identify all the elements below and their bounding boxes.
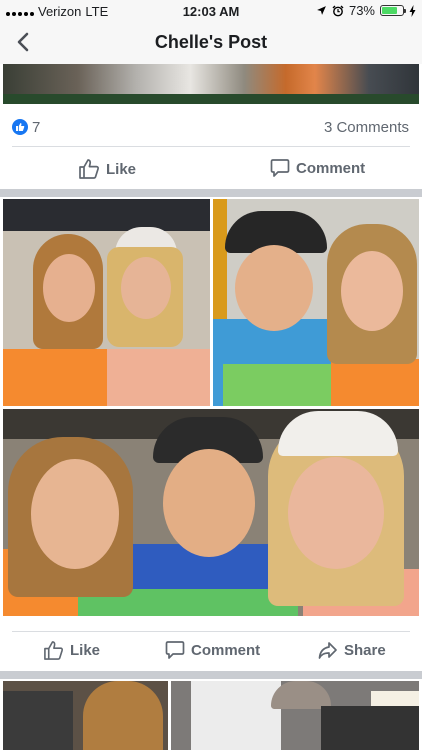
- status-bar: Verizon LTE 12:03 AM 73%: [0, 0, 422, 22]
- comment-bubble-icon: [270, 159, 290, 177]
- post-photo-3[interactable]: [3, 409, 419, 616]
- like-count[interactable]: 7: [32, 119, 40, 136]
- post-photo-2[interactable]: [213, 199, 419, 406]
- share-button[interactable]: Share: [318, 640, 386, 660]
- page-title: Chelle's Post: [154, 32, 268, 52]
- status-right: 73%: [316, 3, 416, 18]
- alarm-clock-icon: [332, 5, 344, 16]
- like-reaction-icon: [12, 119, 28, 135]
- comment-button[interactable]: Comment: [270, 158, 365, 178]
- post-photo-next-1[interactable]: [3, 681, 168, 750]
- comment-bubble-icon: [165, 641, 185, 659]
- battery-percent: 73%: [348, 3, 375, 18]
- post-photo-1[interactable]: [3, 199, 210, 406]
- charging-bolt-icon: [409, 4, 416, 17]
- post-photo-next-2[interactable]: [171, 681, 419, 750]
- share-label: Share: [344, 641, 386, 659]
- post-reactions-row: 7 3 Comments: [0, 113, 422, 143]
- post-photo-previous[interactable]: [3, 64, 419, 104]
- comment-button[interactable]: Comment: [165, 640, 260, 660]
- battery-fill: [382, 7, 397, 14]
- comment-label: Comment: [191, 641, 261, 659]
- like-thumb-icon: [79, 159, 99, 179]
- divider: [12, 631, 410, 632]
- location-arrow-icon: [317, 6, 326, 15]
- comment-label: Comment: [296, 159, 366, 177]
- like-button[interactable]: Like: [78, 158, 136, 180]
- like-label: Like: [70, 642, 101, 659]
- nav-bar: Chelle's Post: [0, 22, 422, 64]
- share-arrow-icon: [318, 642, 337, 659]
- like-thumb-icon: [44, 641, 64, 660]
- like-label: Like: [106, 160, 137, 178]
- comment-count[interactable]: 3 Comments: [324, 119, 409, 136]
- post-separator: [0, 671, 422, 679]
- like-button[interactable]: Like: [43, 640, 100, 661]
- divider: [12, 146, 410, 147]
- battery-icon: [380, 5, 406, 16]
- post-separator: [0, 189, 422, 197]
